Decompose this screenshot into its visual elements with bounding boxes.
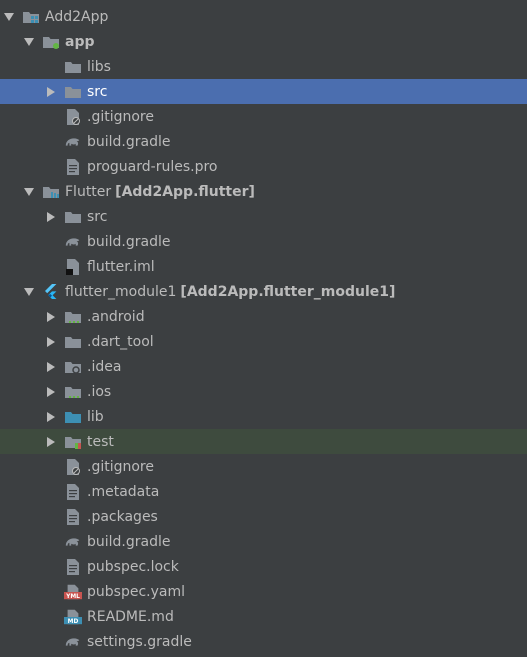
tree-row-dart-tool[interactable]: .dart_tool (0, 329, 527, 354)
text-file-icon (64, 558, 82, 576)
svg-text:YML: YML (65, 593, 80, 599)
expand-arrow-right-icon[interactable] (44, 410, 58, 424)
markdown-file-icon: MD (64, 608, 82, 626)
module-qualified-name: [Add2App.flutter_module1] (180, 283, 396, 300)
tree-row-label: README.md (87, 608, 174, 625)
test-folder-icon (64, 433, 82, 451)
tree-row-label: .metadata (87, 483, 160, 500)
tree-row-label: pubspec.yaml (87, 583, 185, 600)
tree-row-flutter-module1[interactable]: flutter_module1 [Add2App.flutter_module1] (0, 279, 527, 304)
flutter-icon (42, 283, 60, 301)
tree-row-label: flutter.iml (87, 258, 155, 275)
tree-row-label: .idea (87, 358, 122, 375)
tree-row-label: .gitignore (87, 458, 154, 475)
module-qualified-name: [Add2App.flutter] (115, 183, 255, 200)
tree-row-flutter-src[interactable]: src (0, 204, 527, 229)
project-tree: Add2App app libs src .gitignore build.gradle p… (0, 0, 527, 657)
expand-arrow-right-icon[interactable] (44, 360, 58, 374)
expand-arrow-right-icon[interactable] (44, 435, 58, 449)
tree-row-add2app[interactable]: Add2App (0, 4, 527, 29)
library-module-folder-icon (42, 183, 60, 201)
tree-row-label: src (87, 208, 108, 225)
tree-row-label: build.gradle (87, 533, 171, 550)
tree-row-flutter[interactable]: Flutter [Add2App.flutter] (0, 179, 527, 204)
gradle-icon (64, 533, 82, 551)
expand-arrow-down-icon[interactable] (2, 10, 16, 24)
tree-row-label: .dart_tool (87, 333, 154, 350)
tree-row-readme[interactable]: MD README.md (0, 604, 527, 629)
expand-arrow-right-icon[interactable] (44, 85, 58, 99)
tree-row-label: pubspec.lock (87, 558, 179, 575)
project-module-icon (22, 8, 40, 26)
expand-arrow-right-icon[interactable] (44, 310, 58, 324)
tree-row-proguard[interactable]: proguard-rules.pro (0, 154, 527, 179)
ignore-file-icon (64, 458, 82, 476)
tree-row-flutter-build-gradle[interactable]: build.gradle (0, 229, 527, 254)
tree-row-fm-build-gradle[interactable]: build.gradle (0, 529, 527, 554)
folder-icon (64, 333, 82, 351)
tree-row-label: app (65, 33, 95, 50)
text-file-icon (64, 158, 82, 176)
tree-row-label: Flutter (65, 183, 112, 200)
tree-row-settings-gradle[interactable]: settings.gradle (0, 629, 527, 654)
folder-dots-icon (64, 308, 82, 326)
tree-row-label: src (87, 83, 108, 100)
tree-row-label: flutter_module1 (65, 283, 177, 300)
tree-row-label: libs (87, 58, 111, 75)
tree-row-label: settings.gradle (87, 633, 192, 650)
tree-row-label: lib (87, 408, 104, 425)
tree-row-lib[interactable]: lib (0, 404, 527, 429)
tree-row-libs[interactable]: libs (0, 54, 527, 79)
gradle-icon (64, 133, 82, 151)
text-file-icon (64, 508, 82, 526)
tree-row-pubspec-yaml[interactable]: YML pubspec.yaml (0, 579, 527, 604)
tree-row-label: .packages (87, 508, 158, 525)
expand-arrow-right-icon[interactable] (44, 385, 58, 399)
tree-row-label: proguard-rules.pro (87, 158, 218, 175)
android-module-folder-icon (42, 33, 60, 51)
source-folder-icon (64, 408, 82, 426)
tree-row-packages[interactable]: .packages (0, 504, 527, 529)
tree-row-idea[interactable]: .idea (0, 354, 527, 379)
yaml-file-icon: YML (64, 583, 82, 601)
tree-row-app-gitignore[interactable]: .gitignore (0, 104, 527, 129)
tree-row-label: build.gradle (87, 233, 171, 250)
tree-row-label: .ios (87, 383, 112, 400)
gradle-icon (64, 633, 82, 651)
expand-arrow-down-icon[interactable] (22, 35, 36, 49)
tree-row-metadata[interactable]: .metadata (0, 479, 527, 504)
tree-row-ios[interactable]: .ios (0, 379, 527, 404)
iml-file-icon (64, 258, 82, 276)
expand-arrow-down-icon[interactable] (22, 185, 36, 199)
tree-row-test[interactable]: test (0, 429, 527, 454)
tree-row-label: test (87, 433, 114, 450)
tree-row-android[interactable]: .android (0, 304, 527, 329)
expand-arrow-right-icon[interactable] (44, 335, 58, 349)
tree-row-label: .android (87, 308, 145, 325)
folder-icon (64, 83, 82, 101)
tree-row-src[interactable]: src (0, 79, 527, 104)
folder-icon (64, 58, 82, 76)
folder-gear-icon (64, 358, 82, 376)
gradle-icon (64, 233, 82, 251)
tree-row-app[interactable]: app (0, 29, 527, 54)
tree-row-pubspec-lock[interactable]: pubspec.lock (0, 554, 527, 579)
tree-row-label: .gitignore (87, 108, 154, 125)
folder-icon (64, 208, 82, 226)
tree-row-flutter-iml[interactable]: flutter.iml (0, 254, 527, 279)
tree-row-label: Add2App (45, 8, 109, 25)
tree-row-app-build-gradle[interactable]: build.gradle (0, 129, 527, 154)
text-file-icon (64, 483, 82, 501)
ignore-file-icon (64, 108, 82, 126)
svg-text:MD: MD (68, 618, 79, 624)
tree-row-fm-gitignore[interactable]: .gitignore (0, 454, 527, 479)
tree-row-label: build.gradle (87, 133, 171, 150)
folder-dots-icon (64, 383, 82, 401)
expand-arrow-down-icon[interactable] (22, 285, 36, 299)
expand-arrow-right-icon[interactable] (44, 210, 58, 224)
